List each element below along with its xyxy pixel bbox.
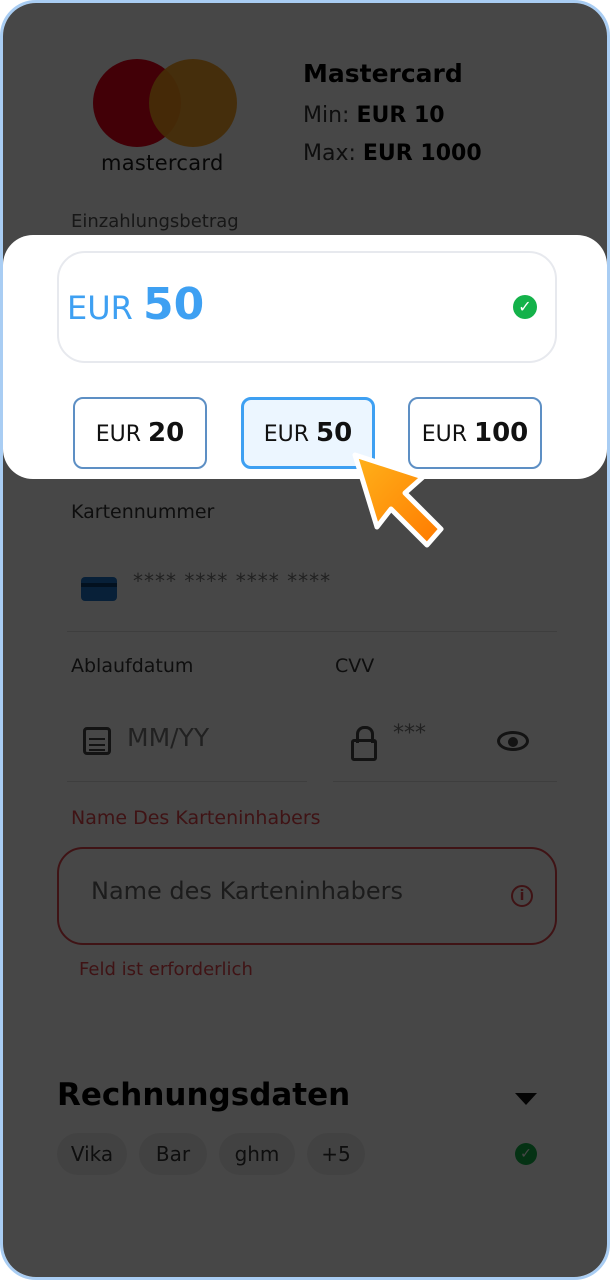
cvv-label: CVV [335,655,375,677]
expiry-input[interactable]: MM/YY [67,693,307,782]
expiry-placeholder: MM/YY [127,723,210,752]
billing-tag[interactable]: Bar [139,1133,207,1175]
check-circle-icon: ✓ [515,1143,537,1165]
card-number-label: Kartennummer [71,501,215,523]
lock-icon [351,726,377,761]
cvv-input[interactable]: *** [333,693,557,782]
expiry-label: Ablaufdatum [71,655,194,677]
max-label: Max: [303,141,356,166]
chip-currency: EUR [263,422,310,447]
billing-title: Rechnungsdaten [57,1077,351,1113]
credit-card-icon [81,577,117,601]
mastercard-logo: mastercard [91,59,241,179]
amount-label: Einzahlungsbetrag [71,211,239,232]
amount-panel: EUR 50 ✓ EUR 20 EUR 50 EUR 100 [3,235,607,479]
payment-method-name: Mastercard [303,59,463,88]
amount-currency: EUR [67,289,133,327]
phone-frame: mastercard Mastercard Min: EUR 10 Max: E… [0,0,610,1280]
min-value: EUR 10 [356,103,445,128]
logo-yellow-circle [149,59,237,147]
billing-tag[interactable]: Vika [57,1133,127,1175]
chip-value: 20 [148,418,185,448]
cvv-placeholder: *** [393,721,426,746]
min-label: Min: [303,103,350,128]
quick-amount-20-button[interactable]: EUR 20 [73,397,207,469]
cardholder-error: Feld ist erforderlich [79,959,253,980]
amount-input[interactable]: EUR 50 ✓ [57,251,557,363]
billing-tag[interactable]: ghm [219,1133,295,1175]
max-limit: Max: EUR 1000 [303,141,482,166]
pointer-cursor-icon [352,452,444,548]
card-number-input[interactable]: **** **** **** **** [67,541,557,632]
billing-tag-more[interactable]: +5 [307,1133,365,1175]
chevron-down-icon[interactable] [515,1093,537,1105]
calendar-icon [83,727,111,755]
cardholder-input[interactable]: Name des Karteninhabers i [57,847,557,945]
payment-form: mastercard Mastercard Min: EUR 10 Max: E… [3,3,607,1277]
check-circle-icon: ✓ [513,295,537,319]
amount-value: 50 [143,279,205,330]
info-icon: i [511,885,533,907]
min-limit: Min: EUR 10 [303,103,445,128]
cardholder-label: Name Des Karteninhabers [71,807,321,829]
eye-icon[interactable] [497,731,529,751]
chip-currency: EUR [95,422,142,447]
chip-value: 100 [474,418,529,448]
max-value: EUR 1000 [362,141,482,166]
logo-text: mastercard [101,151,224,175]
cardholder-placeholder: Name des Karteninhabers [91,877,404,905]
chip-value: 50 [316,418,353,448]
chip-currency: EUR [421,422,467,447]
card-number-placeholder: **** **** **** **** [133,569,332,593]
